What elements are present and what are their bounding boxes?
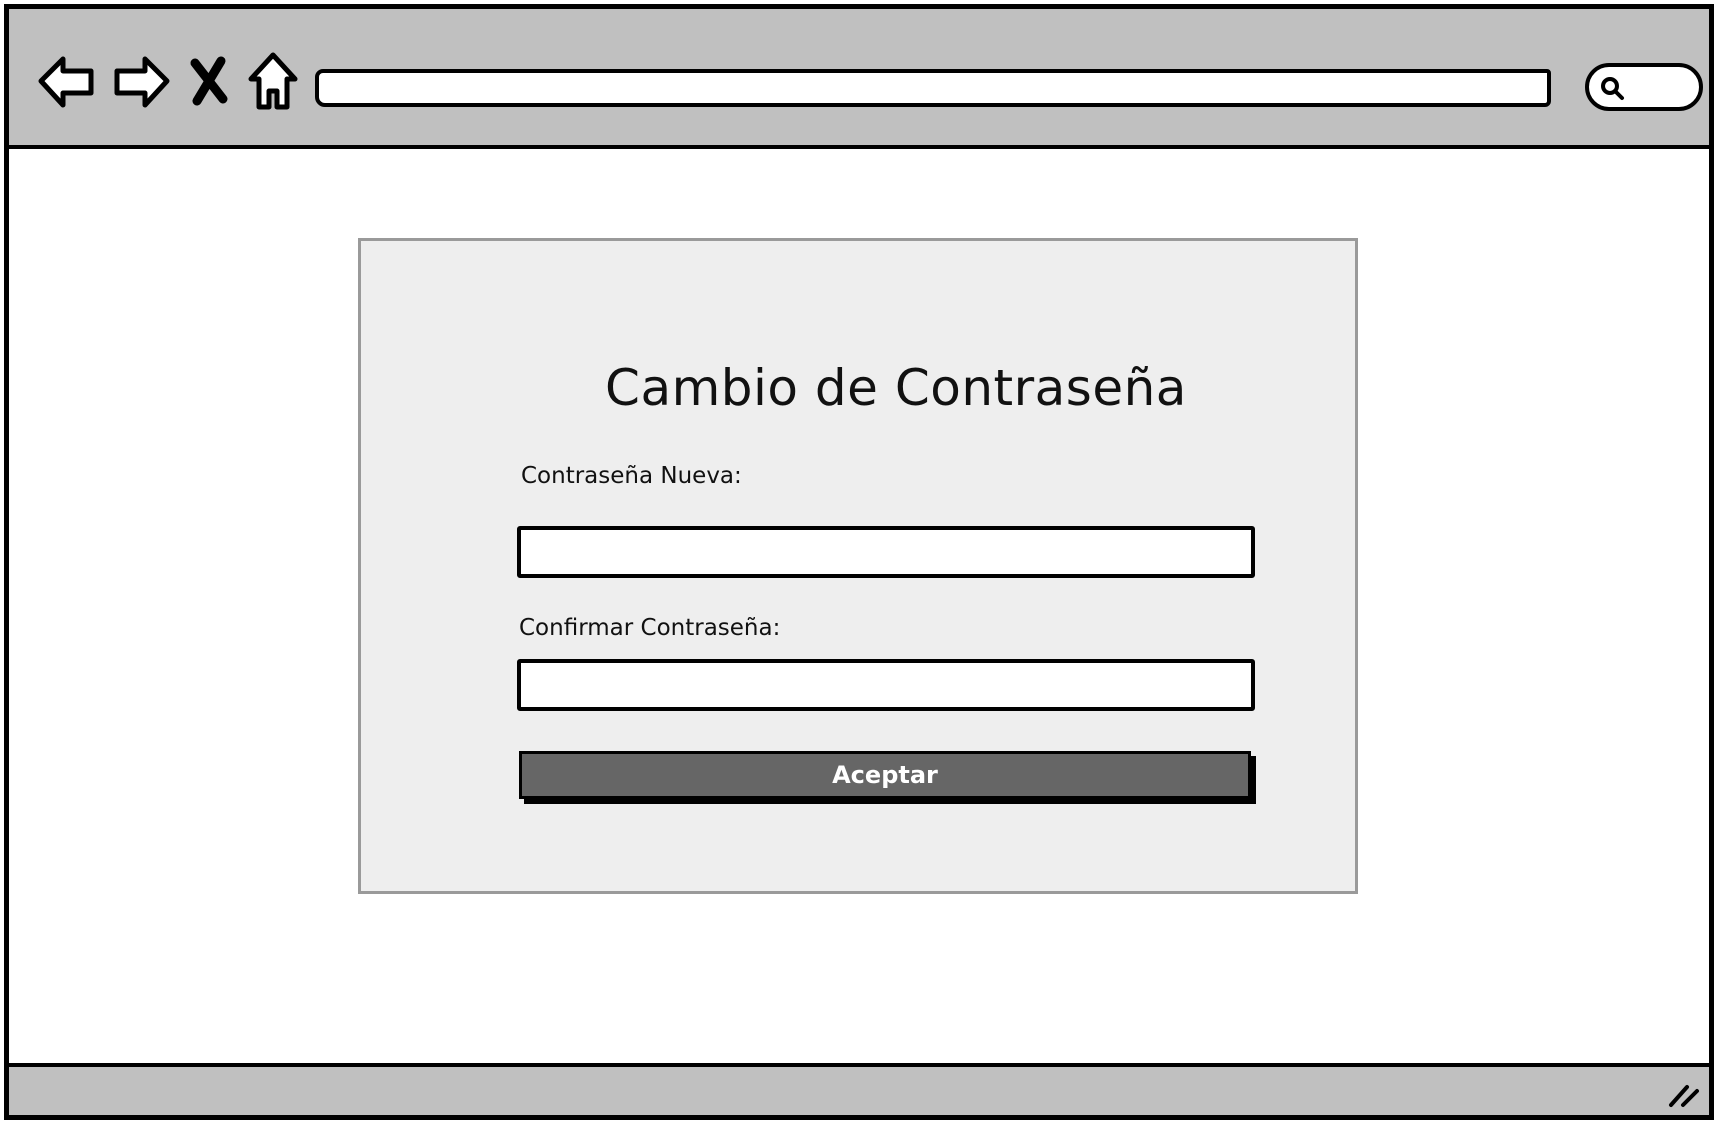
address-bar[interactable] [315,69,1551,107]
new-password-label: Contraseña Nueva: [521,463,742,489]
change-password-panel: Cambio de Contraseña Contraseña Nueva: C… [358,238,1358,894]
forward-arrow-icon[interactable] [109,49,173,113]
page-title: Cambio de Contraseña [605,359,1187,417]
back-arrow-icon[interactable] [35,49,99,113]
new-password-input[interactable] [517,526,1255,578]
browser-statusbar [9,1063,1709,1115]
browser-toolbar [9,9,1709,149]
browser-window: Cambio de Contraseña Contraseña Nueva: C… [4,4,1714,1120]
home-icon[interactable] [241,49,305,113]
close-icon[interactable] [181,49,237,113]
browser-search-box[interactable] [1585,63,1703,111]
resize-grip-icon[interactable] [1665,1079,1701,1109]
accept-button[interactable]: Aceptar [519,751,1251,799]
search-icon [1601,77,1624,100]
confirm-password-label: Confirmar Contraseña: [519,615,781,641]
confirm-password-input[interactable] [517,659,1255,711]
